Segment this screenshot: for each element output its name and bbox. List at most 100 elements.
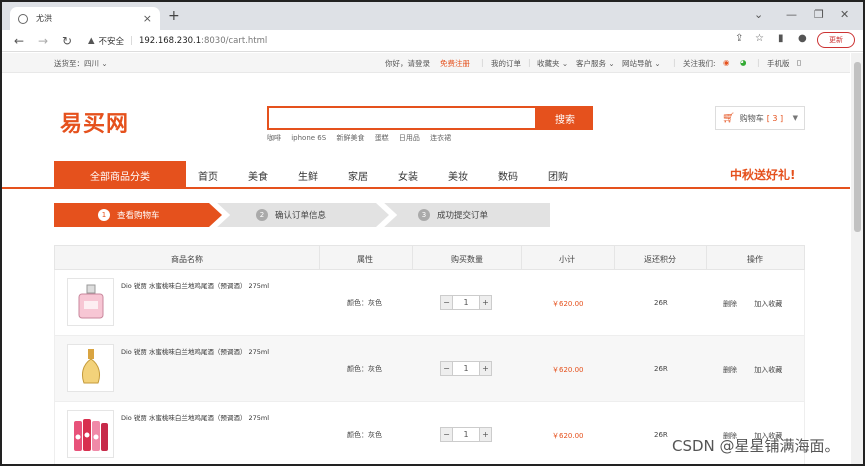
nav-item-group-buy[interactable]: 团购 bbox=[548, 168, 568, 183]
share-icon[interactable]: ⇪ bbox=[735, 33, 743, 44]
step-label: 确认订单信息 bbox=[275, 211, 327, 221]
points: 26R bbox=[654, 431, 668, 439]
hot-word[interactable]: 新鲜美食 bbox=[336, 134, 364, 142]
product-image[interactable] bbox=[67, 344, 114, 392]
hot-word[interactable]: 连衣裙 bbox=[430, 134, 451, 142]
product-name-link[interactable]: Dio 锐贾 水蜜桃味白兰地鸡尾酒（预调酒） 275ml bbox=[121, 280, 269, 290]
nav-item-beauty[interactable]: 美妆 bbox=[448, 168, 468, 183]
product-attribute: 颜色：灰色 bbox=[347, 431, 382, 439]
restore-icon[interactable]: ❐ bbox=[814, 8, 824, 21]
hot-word[interactable]: 蛋糕 bbox=[375, 134, 389, 142]
weibo-icon[interactable]: ◉ bbox=[723, 58, 730, 67]
points: 26R bbox=[654, 365, 668, 373]
nav-item-home[interactable]: 首页 bbox=[198, 168, 218, 183]
step-3: 3 成功提交订单 bbox=[418, 203, 488, 227]
search-button[interactable]: 搜索 bbox=[537, 106, 593, 130]
all-categories-button[interactable]: 全部商品分类 bbox=[54, 161, 186, 189]
nav-item-food[interactable]: 美食 bbox=[248, 168, 268, 183]
wechat-icon[interactable]: ◕ bbox=[740, 58, 747, 67]
service-label: 客户服务 bbox=[576, 59, 606, 68]
quantity-input[interactable]: 1 bbox=[453, 361, 479, 376]
hot-word[interactable]: 咖啡 bbox=[267, 134, 281, 142]
phone-icon: ▯ bbox=[797, 58, 802, 67]
product-name-link[interactable]: Dio 锐贾 水蜜桃味白兰地鸡尾酒（预调酒） 275ml bbox=[121, 346, 269, 356]
cart-count: [ 3 ] bbox=[766, 113, 784, 123]
url-host: 192.168.230.1 bbox=[138, 35, 202, 46]
add-favorite-link[interactable]: 加入收藏 bbox=[754, 366, 782, 374]
nav-item-fresh[interactable]: 生鲜 bbox=[298, 168, 318, 183]
nav-item-womens[interactable]: 女装 bbox=[398, 168, 418, 183]
address-bar: ← → ↻ ▲ 不安全 | 192.168.230.1 :8030/cart.h… bbox=[2, 30, 863, 52]
increase-button[interactable]: + bbox=[479, 427, 492, 442]
product-name-link[interactable]: Dio 锐贾 水蜜桃味白兰地鸡尾酒（预调酒） 275ml bbox=[121, 412, 269, 422]
sidebar-icon[interactable]: ▮ bbox=[778, 33, 784, 44]
subtotal: ￥620.00 bbox=[552, 432, 584, 440]
search-input[interactable] bbox=[267, 106, 537, 130]
site-nav-menu[interactable]: 网站导航 ⌄ bbox=[622, 58, 661, 69]
subtotal: ￥620.00 bbox=[552, 300, 584, 308]
quantity-stepper: − 1 + bbox=[440, 427, 492, 442]
delete-link[interactable]: 删除 bbox=[723, 366, 737, 374]
col-header: 返还积分 bbox=[644, 255, 676, 264]
cart-table-header: 商品名称 属性 购买数量 小计 返还积分 操作 bbox=[54, 245, 805, 270]
col-header: 购买数量 bbox=[451, 255, 483, 264]
browser-tab[interactable]: 尤洪 × bbox=[10, 7, 160, 30]
reload-icon[interactable]: ↻ bbox=[60, 34, 74, 48]
mobile-link[interactable]: 手机版 bbox=[767, 58, 790, 69]
step-number: 3 bbox=[418, 209, 430, 221]
product-image[interactable] bbox=[67, 278, 114, 326]
decrease-button[interactable]: − bbox=[440, 295, 453, 310]
login-link[interactable]: 你好，请登录 bbox=[385, 58, 430, 69]
quantity-input[interactable]: 1 bbox=[453, 427, 479, 442]
follow-label: 关注我们: bbox=[683, 59, 716, 68]
back-icon[interactable]: ← bbox=[12, 34, 26, 48]
ship-to-selector[interactable]: 送货至：四川 ⌄ bbox=[54, 58, 108, 69]
close-window-icon[interactable]: ✕ bbox=[840, 8, 849, 21]
col-header: 小计 bbox=[559, 255, 575, 264]
register-link[interactable]: 免费注册 bbox=[440, 58, 470, 69]
update-button[interactable]: 更新 bbox=[817, 32, 855, 48]
bookmark-star-icon[interactable]: ☆ bbox=[755, 33, 764, 44]
add-favorite-link[interactable]: 加入收藏 bbox=[754, 300, 782, 308]
quantity-stepper: − 1 + bbox=[440, 361, 492, 376]
service-menu[interactable]: 客户服务 ⌄ bbox=[576, 58, 615, 69]
subtotal: ￥620.00 bbox=[552, 366, 584, 374]
promo-banner[interactable]: 中秋送好礼! bbox=[730, 166, 795, 183]
product-image[interactable] bbox=[67, 410, 114, 458]
row-actions: 删除 加入收藏 bbox=[723, 299, 797, 309]
nav-item-home-goods[interactable]: 家居 bbox=[348, 168, 368, 183]
decrease-button[interactable]: − bbox=[440, 427, 453, 442]
delete-link[interactable]: 删除 bbox=[723, 300, 737, 308]
nav-item-digital[interactable]: 数码 bbox=[498, 168, 518, 183]
hot-word[interactable]: 日用品 bbox=[399, 134, 420, 142]
profile-icon[interactable]: ● bbox=[798, 33, 807, 44]
favorites-label: 收藏夹 bbox=[537, 59, 560, 68]
col-divider bbox=[319, 246, 320, 270]
url-divider: | bbox=[130, 35, 133, 46]
perfume-bottle-image bbox=[81, 349, 100, 384]
forward-icon[interactable]: → bbox=[36, 34, 50, 48]
divider: | bbox=[757, 58, 760, 67]
col-divider bbox=[706, 246, 707, 270]
scrollbar-thumb[interactable] bbox=[854, 62, 861, 232]
col-header: 属性 bbox=[357, 255, 373, 264]
update-label: 更新 bbox=[829, 36, 843, 44]
increase-button[interactable]: + bbox=[479, 295, 492, 310]
close-tab-icon[interactable]: × bbox=[143, 12, 152, 25]
points: 26R bbox=[654, 299, 668, 307]
step-number: 2 bbox=[256, 209, 268, 221]
minimize-icon[interactable]: — bbox=[786, 8, 797, 21]
page-content: 送货至：四川 ⌄ 你好，请登录 免费注册 | 我的订单 | 收藏夹 ⌄ 客户服务… bbox=[2, 53, 850, 464]
hot-word[interactable]: iphone 6S bbox=[291, 134, 326, 142]
my-orders-link[interactable]: 我的订单 bbox=[491, 58, 521, 69]
url-field[interactable]: ▲ 不安全 | 192.168.230.1 :8030/cart.html bbox=[88, 35, 267, 47]
decrease-button[interactable]: − bbox=[440, 361, 453, 376]
cart-button[interactable]: 🛒︎ 购物车 [ 3 ] ▼ bbox=[715, 106, 805, 130]
new-tab-icon[interactable]: + bbox=[168, 8, 180, 24]
quantity-input[interactable]: 1 bbox=[453, 295, 479, 310]
favorites-menu[interactable]: 收藏夹 ⌄ bbox=[537, 58, 568, 69]
step-label: 成功提交订单 bbox=[437, 211, 489, 221]
increase-button[interactable]: + bbox=[479, 361, 492, 376]
chevron-down-icon[interactable]: ⌄ bbox=[754, 8, 763, 21]
site-logo[interactable]: 易买网 bbox=[60, 106, 129, 138]
